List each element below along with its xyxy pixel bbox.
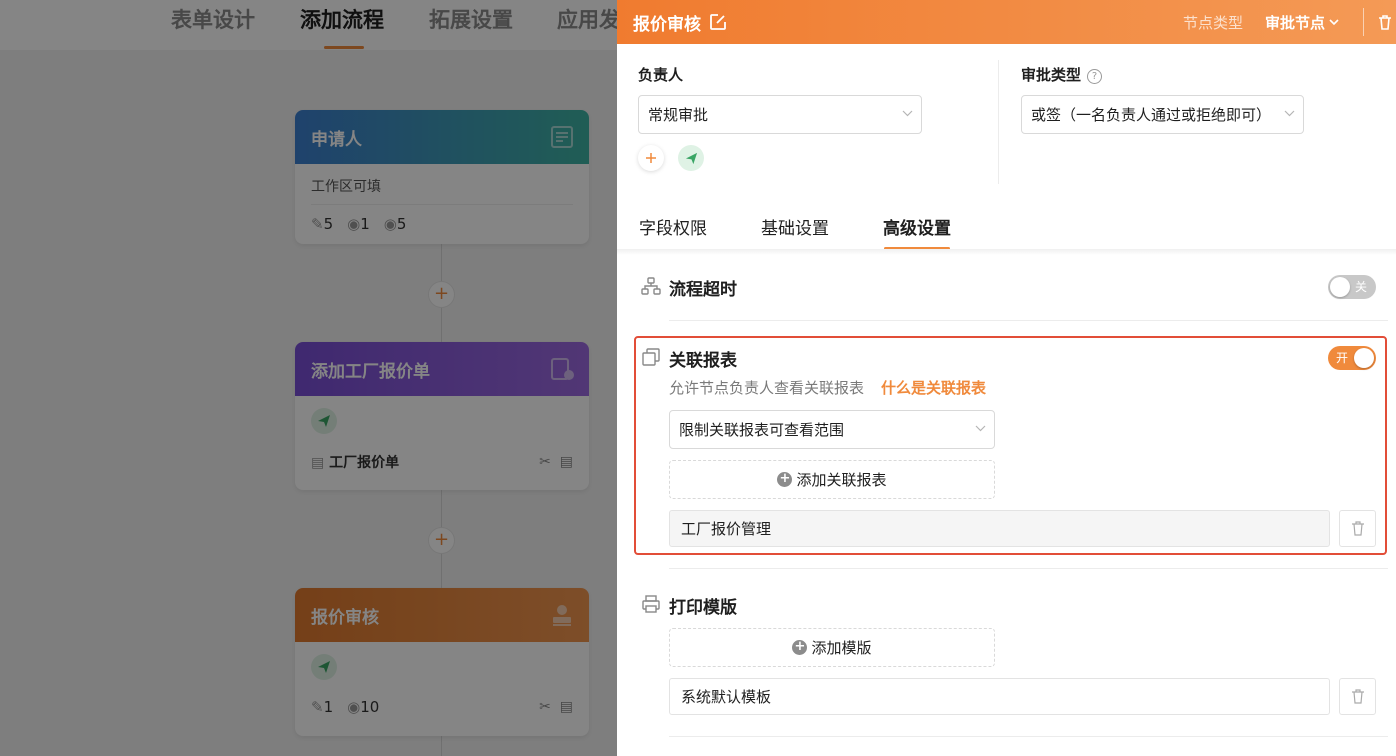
send-owner-button[interactable] [678,145,704,171]
toggle-text: 关 [1355,280,1368,294]
plus-icon [646,153,656,163]
trash-icon [1351,689,1364,704]
trash-icon [1351,521,1364,536]
tab-basic-settings[interactable]: 基础设置 [761,214,829,239]
owner-select[interactable]: 常规审批 [638,95,922,134]
delete-node-icon[interactable] [1376,13,1394,31]
print-template-item: 系统默认模板 [669,678,1330,715]
chevron-down-icon [902,110,913,117]
section-divider [669,568,1388,569]
linked-report-title: 关联报表 [669,351,737,371]
section-divider [669,736,1388,737]
tab-field-permissions[interactable]: 字段权限 [639,214,707,239]
linked-copy-icon [642,348,660,366]
toggle-text: 开 [1336,351,1349,365]
chevron-down-icon [1329,18,1339,25]
column-divider [998,60,999,184]
approval-type-label: 审批类型? [1021,64,1103,85]
printer-icon [642,595,660,613]
header-divider [1363,8,1364,36]
send-icon [685,152,697,164]
chevron-down-icon [975,425,986,432]
what-is-linked-report-link[interactable]: 什么是关联报表 [881,377,986,398]
toggle-knob [1330,277,1350,297]
delete-linked-report-button[interactable] [1339,510,1376,547]
print-template-title: 打印模版 [669,598,737,618]
add-owner-button[interactable] [638,145,664,171]
drawer-header: 报价审核 节点类型 审批节点 [617,0,1396,44]
linked-report-item: 工厂报价管理 [669,510,1330,547]
help-icon[interactable]: ? [1087,69,1103,84]
plus-circle-icon: + [777,472,793,487]
timeout-title: 流程超时 [669,280,737,300]
timeout-toggle[interactable]: 关 [1328,275,1376,299]
node-type-dropdown[interactable]: 审批节点 [1265,12,1339,33]
section-divider [669,320,1388,321]
edit-title-icon[interactable] [709,13,727,31]
tabs-divider [617,249,1396,255]
chevron-down-icon [1284,110,1295,117]
org-chart-icon [641,277,661,295]
settings-tabs: 字段权限 基础设置 高级设置 [617,206,1396,250]
node-settings-drawer: 报价审核 节点类型 审批节点 负责人 常规审批 审批类型? 或签（一名负责人通过… [617,0,1396,756]
linked-report-toggle[interactable]: 开 [1328,346,1376,370]
approval-type-select[interactable]: 或签（一名负责人通过或拒绝即可） [1021,95,1304,134]
add-print-template-button[interactable]: + 添加模版 [669,628,995,667]
node-type-label: 节点类型 [1182,13,1243,32]
add-linked-report-button[interactable]: + 添加关联报表 [669,460,995,499]
tab-advanced-settings[interactable]: 高级设置 [883,214,951,239]
drawer-title[interactable]: 报价审核 [633,10,701,35]
delete-print-template-button[interactable] [1339,678,1376,715]
toggle-knob [1354,348,1374,368]
owner-label: 负责人 [638,66,684,84]
report-scope-select[interactable]: 限制关联报表可查看范围 [669,410,995,449]
plus-circle-icon: + [792,640,808,655]
linked-report-description: 允许节点负责人查看关联报表 [669,379,865,397]
